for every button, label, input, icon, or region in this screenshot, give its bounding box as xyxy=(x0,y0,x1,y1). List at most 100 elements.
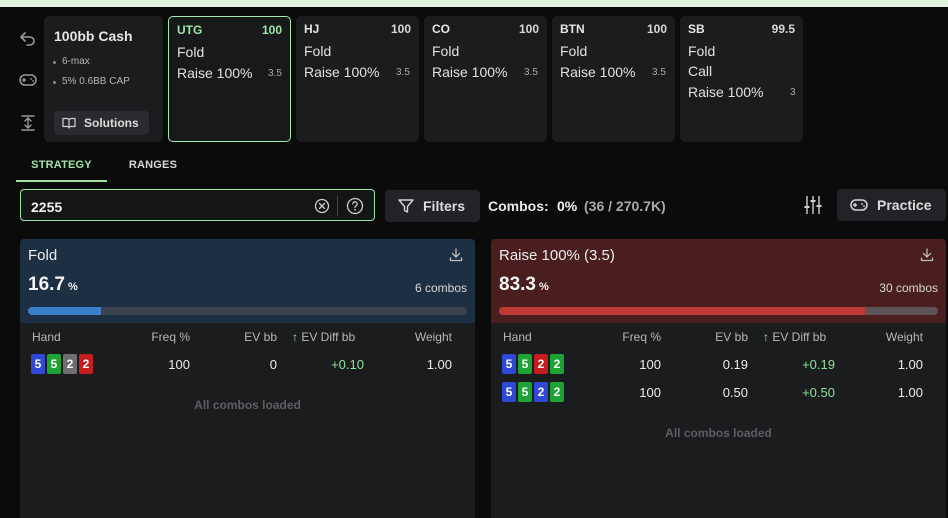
action-fold[interactable]: Fold xyxy=(304,43,331,59)
filters-label: Filters xyxy=(423,198,466,214)
game-setup-card[interactable]: 100bb Cash 6-max 5% 0.6BB CAP Solutions xyxy=(44,16,163,142)
hand-cards: 5 5 2 2 xyxy=(31,354,93,374)
position-name: UTG xyxy=(177,23,203,37)
gamepad-icon[interactable] xyxy=(14,66,42,94)
action-fold[interactable]: Fold xyxy=(177,44,204,60)
table-row[interactable]: 5 5 2 2 100 0.19 +0.19 1.00 xyxy=(491,351,946,377)
hand-cards: 5 5 2 2 xyxy=(502,382,564,402)
col-weight[interactable]: Weight xyxy=(402,330,452,344)
ev-cell: 0.19 xyxy=(722,357,748,372)
col-hand[interactable]: Hand xyxy=(32,330,61,344)
ev-cell: 0 xyxy=(269,357,277,372)
panel-percent-unit: % xyxy=(538,281,549,293)
hand-search-input[interactable] xyxy=(29,196,303,218)
solutions-label: Solutions xyxy=(84,116,139,130)
setup-detail-rake: 5% 0.6BB CAP xyxy=(53,76,130,87)
position-sb[interactable]: SB 99.5 Fold Call Raise 100% 3 xyxy=(680,16,803,142)
search-divider xyxy=(337,196,338,216)
card: 2 xyxy=(63,354,77,374)
combos-count: (36 / 270.7K) xyxy=(584,198,666,214)
practice-label: Practice xyxy=(877,197,932,213)
col-ev-diff[interactable]: ↑ EV Diff bb xyxy=(292,330,355,344)
raise-panel-header: Raise 100% (3.5) 83.3% 30 combos xyxy=(491,239,946,323)
card: 2 xyxy=(534,382,548,402)
position-name: CO xyxy=(432,22,450,36)
card: 2 xyxy=(550,354,564,374)
raise-size: 3.5 xyxy=(268,68,282,79)
setup-title: 100bb Cash xyxy=(54,28,133,44)
panel-combos: 6 combos xyxy=(414,281,467,295)
position-stack: 99.5 xyxy=(771,22,795,36)
weight-cell: 1.00 xyxy=(897,385,923,400)
action-raise[interactable]: Raise 100% xyxy=(688,84,764,100)
position-stack: 100 xyxy=(390,22,411,36)
col-freq[interactable]: Freq % xyxy=(611,330,661,344)
filters-button[interactable]: Filters xyxy=(385,190,480,222)
ev-diff-cell: +0.50 xyxy=(802,385,835,400)
top-accent-line xyxy=(0,0,948,7)
panel-percent: 16.7% xyxy=(28,274,78,296)
clear-circle-icon[interactable] xyxy=(314,198,330,214)
combos-percent: 0% xyxy=(557,198,578,214)
raise-size: 3 xyxy=(790,87,796,98)
position-utg[interactable]: UTG 100 Fold Raise 100% 3.5 xyxy=(168,16,291,142)
position-stack: 100 xyxy=(518,22,539,36)
tab-ranges[interactable]: RANGES xyxy=(108,150,198,180)
action-raise[interactable]: Raise 100% xyxy=(304,64,380,80)
ev-diff-cell: +0.10 xyxy=(331,357,364,372)
col-ev-diff-label: EV Diff bb xyxy=(772,330,827,344)
freq-cell: 100 xyxy=(639,357,661,372)
col-ev-diff[interactable]: ↑ EV Diff bb xyxy=(763,330,826,344)
weight-cell: 1.00 xyxy=(897,357,923,372)
table-row[interactable]: 5 5 2 2 100 0.50 +0.50 1.00 xyxy=(491,379,946,405)
position-co[interactable]: CO 100 Fold Raise 100% 3.5 xyxy=(424,16,547,142)
solutions-button[interactable]: Solutions xyxy=(54,111,149,135)
weight-cell: 1.00 xyxy=(426,357,452,372)
undo-icon[interactable] xyxy=(14,24,42,52)
action-raise[interactable]: Raise 100% xyxy=(177,65,253,81)
panel-percent-unit: % xyxy=(67,281,78,293)
tab-strategy[interactable]: STRATEGY xyxy=(16,150,107,182)
card: 2 xyxy=(79,354,93,374)
freq-cell: 100 xyxy=(639,385,661,400)
help-circle-icon[interactable] xyxy=(346,197,364,215)
action-raise[interactable]: Raise 100% xyxy=(432,64,508,80)
table-row[interactable]: 5 5 2 2 100 0 +0.10 1.00 xyxy=(20,351,475,377)
position-hj[interactable]: HJ 100 Fold Raise 100% 3.5 xyxy=(296,16,419,142)
up-arrow-icon: ↑ xyxy=(292,330,302,344)
card: 5 xyxy=(47,354,61,374)
ev-cell: 0.50 xyxy=(722,385,748,400)
col-hand[interactable]: Hand xyxy=(503,330,532,344)
position-name: BTN xyxy=(560,22,585,36)
position-name: SB xyxy=(688,22,705,36)
panel-title: Raise 100% (3.5) xyxy=(499,247,615,264)
action-raise[interactable]: Raise 100% xyxy=(560,64,636,80)
sliders-icon[interactable] xyxy=(802,194,824,216)
raise-panel: Raise 100% (3.5) 83.3% 30 combos Hand Fr… xyxy=(491,239,946,518)
col-weight[interactable]: Weight xyxy=(873,330,923,344)
action-fold[interactable]: Fold xyxy=(688,43,715,59)
combos-label: Combos: xyxy=(488,198,549,214)
position-name: HJ xyxy=(304,22,320,36)
panel-title: Fold xyxy=(28,247,58,264)
col-ev[interactable]: EV bb xyxy=(227,330,277,344)
funnel-icon xyxy=(398,199,414,213)
panel-percent-value: 16.7 xyxy=(28,274,65,295)
vertical-expand-icon[interactable] xyxy=(14,109,42,137)
card: 5 xyxy=(502,382,516,402)
col-ev[interactable]: EV bb xyxy=(698,330,748,344)
col-freq[interactable]: Freq % xyxy=(140,330,190,344)
all-combos-loaded: All combos loaded xyxy=(194,398,301,412)
action-fold[interactable]: Fold xyxy=(560,43,587,59)
freq-cell: 100 xyxy=(168,357,190,372)
left-toolbar xyxy=(14,16,42,142)
position-btn[interactable]: BTN 100 Fold Raise 100% 3.5 xyxy=(552,16,675,142)
frequency-bar xyxy=(28,307,467,315)
frequency-bar-fill xyxy=(499,307,865,315)
action-fold[interactable]: Fold xyxy=(432,43,459,59)
panel-combos: 30 combos xyxy=(879,281,938,295)
practice-button[interactable]: Practice xyxy=(837,189,946,221)
download-icon[interactable] xyxy=(449,248,463,262)
download-icon[interactable] xyxy=(920,248,934,262)
action-call[interactable]: Call xyxy=(688,63,712,79)
